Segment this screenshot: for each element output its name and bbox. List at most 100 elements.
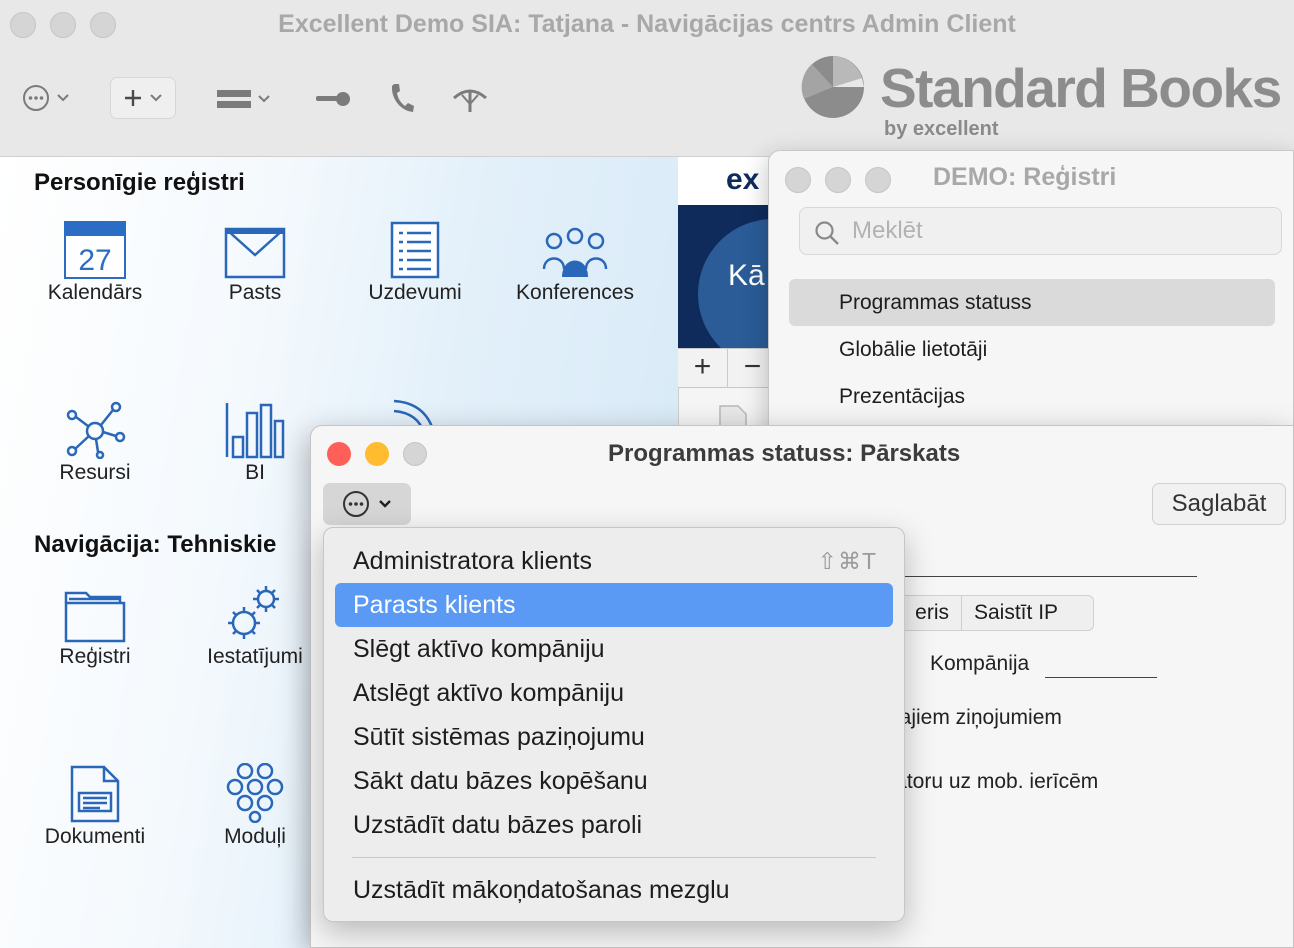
key-icon	[316, 92, 350, 106]
menu-item-sakt-datu-bazes-kopesanu[interactable]: Sākt datu bāzes kopēšanu	[335, 759, 893, 803]
ad-logo-text: ex	[726, 163, 760, 196]
tasks-icon	[390, 221, 440, 279]
status-window-title: Programmas statuss: Pārskats	[608, 440, 961, 467]
zoom-window-button[interactable]	[865, 167, 891, 193]
menu-item-atslegt-aktivo-kompaniju[interactable]: Atslēgt aktīvo kompāniju	[335, 671, 893, 715]
status-actions-button[interactable]	[323, 483, 411, 525]
chevron-down-icon	[57, 94, 69, 102]
register-item-prezentacijas[interactable]: Prezentācijas	[789, 373, 1275, 420]
tile-label: Konferences	[516, 281, 634, 304]
menu-item-label: Atslēgt aktīvo kompāniju	[353, 679, 624, 707]
toolbar-antenna-button[interactable]	[452, 84, 488, 114]
section-heading-navigation: Navigācija: Tehniskie	[34, 531, 277, 558]
phone-icon	[391, 84, 414, 112]
minimize-window-button[interactable]	[365, 442, 389, 466]
menu-item-label: Sākt datu bāzes kopēšanu	[353, 767, 648, 795]
ellipsis-circle-icon	[343, 491, 369, 517]
main-window-titlebar: Excellent Demo SIA: Tatjana - Navigācija…	[0, 0, 1294, 157]
menu-item-shortcut: ⇧⌘T	[817, 548, 877, 574]
menu-item-label: Slēgt aktīvo kompāniju	[353, 635, 605, 663]
registers-search-box[interactable]	[799, 207, 1282, 255]
tile-modules[interactable]: Moduļi	[180, 763, 330, 849]
ellipsis-circle-icon	[23, 85, 49, 111]
tile-registers[interactable]: Reģistri	[20, 583, 170, 669]
menu-item-label: Administratora klients	[353, 547, 592, 575]
status-text-line1: ītajiem ziņojumiem	[888, 706, 1062, 729]
actions-dropdown-menu: Administratora klients ⇧⌘T Parasts klien…	[323, 527, 905, 922]
menu-item-label: Uzstādīt mākoņdatošanas mezglu	[353, 876, 730, 904]
ad-banner[interactable]: Kā	[678, 205, 778, 348]
brand-logo: Standard Books by excellent	[800, 52, 1290, 147]
registers-traffic-lights	[785, 167, 891, 193]
toolbar-list-button[interactable]	[217, 88, 271, 110]
toolbar-phone-button[interactable]	[388, 82, 416, 114]
toolbar-actions-button[interactable]	[22, 84, 70, 112]
register-item-globalie-lietotaji[interactable]: Globālie lietotāji	[789, 326, 1275, 373]
tile-label: Kalendārs	[47, 281, 143, 304]
menu-item-label: Parasts klients	[353, 591, 516, 619]
calendar-day-number: 27	[78, 244, 111, 277]
toolbar-key-button[interactable]	[316, 88, 352, 110]
toolbar-add-button[interactable]	[110, 77, 176, 119]
save-button[interactable]: Saglabāt	[1152, 483, 1286, 525]
menu-item-label: Sūtīt sistēmas paziņojumu	[353, 723, 645, 751]
brand-subtitle: by excellent	[884, 118, 999, 140]
search-input[interactable]	[852, 216, 1272, 246]
tile-bi[interactable]: BI	[180, 399, 330, 485]
menu-item-label: Uzstādīt datu bāzes paroli	[353, 811, 643, 839]
resources-icon	[66, 401, 126, 459]
company-field[interactable]	[1045, 677, 1157, 678]
tile-conferences[interactable]: Konferences	[500, 219, 650, 305]
field-underline	[901, 576, 1197, 577]
mail-icon	[224, 227, 286, 279]
menu-item-sutit-sistemas-pazinojumu[interactable]: Sūtīt sistēmas paziņojumu	[335, 715, 893, 759]
tile-label: Resursi	[59, 461, 131, 484]
menu-item-administratora-klients[interactable]: Administratora klients ⇧⌘T	[335, 539, 893, 583]
tile-label: Pasts	[228, 281, 282, 304]
antenna-icon	[453, 89, 487, 112]
close-window-button[interactable]	[327, 442, 351, 466]
tile-label: Moduļi	[224, 825, 286, 848]
ad-banner-header: ex	[678, 157, 778, 205]
add-button[interactable]: +	[678, 349, 728, 387]
search-icon	[815, 221, 839, 245]
minimize-window-button[interactable]	[825, 167, 851, 193]
tile-label: Iestatījumi	[207, 645, 303, 668]
list-icon	[217, 90, 251, 108]
menu-item-parasts-klients[interactable]: Parasts klients	[335, 583, 893, 627]
chevron-down-icon	[258, 95, 270, 103]
tile-label: Reģistri	[59, 645, 131, 668]
bar-chart-icon	[225, 403, 285, 459]
menu-item-slegt-aktivo-kompaniju[interactable]: Slēgt aktīvo kompāniju	[335, 627, 893, 671]
segmented-control: eris Saistīt IP	[879, 595, 1094, 631]
tile-tasks[interactable]: Uzdevumi	[340, 219, 490, 305]
registers-window-title: DEMO: Reģistri	[933, 163, 1117, 191]
main-window-title: Excellent Demo SIA: Tatjana - Navigācija…	[278, 10, 1016, 38]
status-text-line2: ikatoru uz mob. ierīcēm	[880, 770, 1099, 793]
plus-icon	[125, 90, 141, 106]
document-icon	[70, 765, 120, 823]
tile-label: Uzdevumi	[368, 281, 462, 304]
section-heading-personal: Personīgie reģistri	[34, 169, 245, 196]
tile-mail[interactable]: Pasts	[180, 219, 330, 305]
zoom-window-button[interactable]	[403, 442, 427, 466]
folder-icon	[64, 591, 126, 643]
segment-link-ip[interactable]: Saistīt IP	[962, 596, 1070, 630]
tile-documents[interactable]: Dokumenti	[20, 763, 170, 849]
menu-item-uzstadit-datu-bazes-paroli[interactable]: Uzstādīt datu bāzes paroli	[335, 803, 893, 847]
modules-hexagons-icon	[226, 763, 284, 823]
menu-separator	[352, 857, 876, 858]
register-item-programmas-statuss[interactable]: Programmas statuss	[789, 279, 1275, 326]
tile-settings[interactable]: Iestatījumi	[180, 583, 330, 669]
registers-list: Programmas statuss Globālie lietotāji Pr…	[789, 279, 1275, 420]
tile-resources[interactable]: Resursi	[20, 399, 170, 485]
chevron-down-icon	[150, 94, 162, 102]
tile-label: BI	[245, 461, 265, 484]
menu-item-uzstadit-makondatosanas-mezglu[interactable]: Uzstādīt mākoņdatošanas mezglu	[335, 868, 893, 912]
registers-window: DEMO: Reģistri Programmas statuss Globāl…	[768, 150, 1294, 450]
close-window-button[interactable]	[785, 167, 811, 193]
settings-gears-icon	[228, 586, 279, 639]
conferences-icon	[542, 227, 608, 277]
tile-calendar[interactable]: 27 Kalendārs	[20, 219, 170, 305]
brand-name: Standard Books	[880, 57, 1282, 119]
